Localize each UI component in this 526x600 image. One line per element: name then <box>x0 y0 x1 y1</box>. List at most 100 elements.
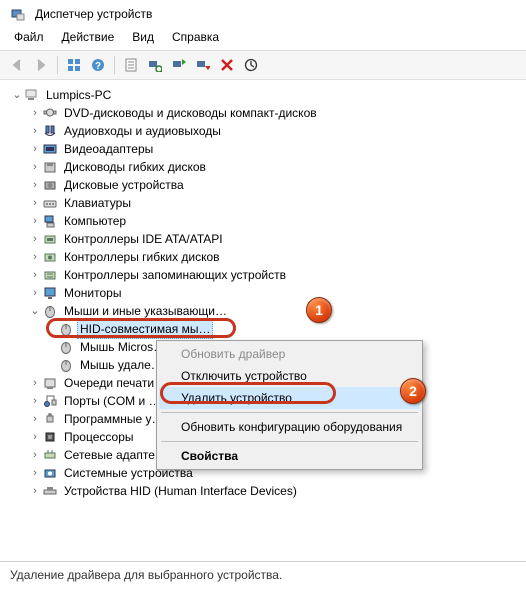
uninstall-device-button[interactable] <box>216 54 238 76</box>
expand-icon[interactable]: › <box>28 212 42 230</box>
device-category-icon <box>42 411 58 427</box>
tree-category-label: Видеоадаптеры <box>61 139 156 159</box>
tree-category-label: Сетевые адапте… <box>61 445 170 465</box>
menubar: Файл Действие Вид Справка <box>0 26 526 50</box>
tree-category-label: Процессоры <box>61 427 137 447</box>
device-category-icon <box>42 123 58 139</box>
tree-category-label: Порты (COM и … <box>61 391 164 411</box>
expand-icon[interactable]: › <box>28 464 42 482</box>
expand-icon[interactable]: › <box>28 140 42 158</box>
toolbar: ? <box>0 50 526 80</box>
device-category-icon <box>42 429 58 445</box>
device-category-icon <box>42 105 58 121</box>
device-category-icon <box>42 213 58 229</box>
tree-category[interactable]: ›Мониторы <box>6 284 526 302</box>
expand-icon[interactable]: › <box>28 194 42 212</box>
status-text: Удаление драйвера для выбранного устройс… <box>10 568 282 582</box>
expand-icon[interactable]: › <box>28 104 42 122</box>
ctx-scan-hardware[interactable]: Обновить конфигурацию оборудования <box>159 416 420 438</box>
ctx-properties[interactable]: Свойства <box>159 445 420 467</box>
expand-icon[interactable]: › <box>28 266 42 284</box>
expand-icon[interactable]: › <box>28 158 42 176</box>
titlebar: Диспетчер устройств <box>0 0 526 26</box>
tree-category-mouse-label: Мыши и иные указывающи… <box>61 301 230 321</box>
ctx-update-driver[interactable]: Обновить драйвер <box>159 343 420 365</box>
expand-icon[interactable]: › <box>28 410 42 428</box>
context-menu: Обновить драйвер Отключить устройство Уд… <box>156 340 423 470</box>
device-category-icon <box>42 483 58 499</box>
expand-icon[interactable]: › <box>28 374 42 392</box>
tree-category-label: DVD-дисководы и дисководы компакт-дисков <box>61 103 320 123</box>
statusbar: Удаление драйвера для выбранного устройс… <box>0 561 526 600</box>
device-tree[interactable]: ⌄ Lumpics-PC › DVD-дисководы и дисководы … <box>0 80 526 568</box>
device-category-icon <box>42 447 58 463</box>
collapse-icon[interactable]: ⌄ <box>10 86 24 104</box>
computer-icon <box>24 87 40 103</box>
device-category-icon <box>42 285 58 301</box>
toolbar-separator <box>57 56 58 74</box>
device-category-icon <box>42 267 58 283</box>
tree-category-label: Компьютер <box>61 211 129 231</box>
tree-category[interactable]: › Видеоадаптеры <box>6 140 526 158</box>
device-category-icon <box>42 465 58 481</box>
menu-view[interactable]: Вид <box>124 28 162 46</box>
mouse-icon <box>58 321 74 337</box>
forward-button <box>30 54 52 76</box>
expand-icon[interactable]: › <box>28 392 42 410</box>
device-category-icon <box>42 159 58 175</box>
ctx-separator <box>161 412 418 413</box>
ctx-separator <box>161 441 418 442</box>
device-category-icon <box>42 231 58 247</box>
tree-category[interactable]: ›Аудиовходы и аудиовыходы <box>6 122 526 140</box>
disable-device-button[interactable] <box>192 54 214 76</box>
tree-category-label: Дисководы гибких дисков <box>61 157 209 177</box>
ctx-disable-device[interactable]: Отключить устройство <box>159 365 420 387</box>
scan-hardware-button[interactable] <box>144 54 166 76</box>
tree-device-hid-mouse[interactable]: HID-совместимая мы… <box>6 320 526 338</box>
menu-action[interactable]: Действие <box>54 28 123 46</box>
properties-sheet-button[interactable] <box>120 54 142 76</box>
tree-category-label: Контроллеры запоминающих устройств <box>61 265 289 285</box>
tree-category-mouse[interactable]: ⌄ Мыши и иные указывающи… <box>6 302 526 320</box>
expand-icon[interactable]: › <box>28 230 42 248</box>
scan-changes-button[interactable] <box>240 54 262 76</box>
tree-category-label: Очереди печати <box>61 373 157 393</box>
ctx-uninstall-device[interactable]: Удалить устройство <box>159 387 420 409</box>
tree-category[interactable]: ›Клавиатуры <box>6 194 526 212</box>
tree-category-label: Устройства HID (Human Interface Devices) <box>61 481 300 501</box>
help-button[interactable]: ? <box>87 54 109 76</box>
properties-grid-button[interactable] <box>63 54 85 76</box>
tree-category[interactable]: › DVD-дисководы и дисководы компакт-диско… <box>6 104 526 122</box>
tree-category[interactable]: › Дисководы гибких дисков <box>6 158 526 176</box>
update-driver-button[interactable] <box>168 54 190 76</box>
device-manager-icon <box>10 6 26 22</box>
device-category-icon <box>42 195 58 211</box>
window-title: Диспетчер устройств <box>35 7 152 21</box>
tree-root[interactable]: ⌄ Lumpics-PC <box>6 86 526 104</box>
svg-text:?: ? <box>95 61 101 72</box>
expand-icon[interactable]: › <box>28 248 42 266</box>
menu-help[interactable]: Справка <box>164 28 227 46</box>
mouse-icon <box>58 339 74 355</box>
device-category-icon <box>42 177 58 193</box>
expand-icon[interactable]: › <box>28 482 42 500</box>
menu-file[interactable]: Файл <box>6 28 52 46</box>
tree-category-label: Программные у… <box>61 409 166 429</box>
tree-root-label: Lumpics-PC <box>43 85 114 105</box>
expand-icon[interactable]: › <box>28 284 42 302</box>
back-button <box>6 54 28 76</box>
tree-category-label: Контроллеры IDE ATA/ATAPI <box>61 229 226 249</box>
expand-icon[interactable]: › <box>28 122 42 140</box>
tree-category[interactable]: ›Дисковые устройства <box>6 176 526 194</box>
tree-category[interactable]: › Компьютер <box>6 212 526 230</box>
tree-category[interactable]: ›Контроллеры гибких дисков <box>6 248 526 266</box>
expand-icon[interactable]: › <box>28 446 42 464</box>
collapse-icon[interactable]: ⌄ <box>28 302 42 320</box>
tree-device-hid-mouse-label: HID-совместимая мы… <box>77 319 213 339</box>
tree-category[interactable]: › Контроллеры запоминающих устройств <box>6 266 526 284</box>
tree-category[interactable]: › Устройства HID (Human Interface Devices… <box>6 482 526 500</box>
expand-icon[interactable]: › <box>28 428 42 446</box>
expand-icon[interactable]: › <box>28 176 42 194</box>
device-category-icon <box>42 375 58 391</box>
tree-category[interactable]: › Контроллеры IDE ATA/ATAPI <box>6 230 526 248</box>
